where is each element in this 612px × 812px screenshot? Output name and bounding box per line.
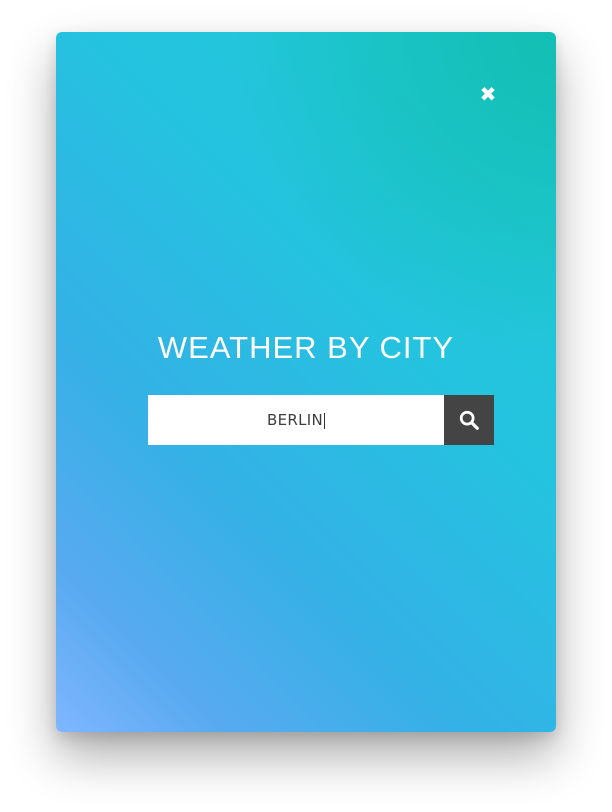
city-search-input[interactable]: BERLIN	[148, 395, 444, 445]
page-title: WEATHER BY CITY	[157, 330, 455, 365]
search-icon	[459, 410, 479, 430]
page-background: ✖ WEATHER BY CITY BERLIN	[0, 0, 612, 812]
city-search-value: BERLIN	[267, 411, 323, 429]
text-caret	[324, 413, 325, 429]
search-bar: BERLIN	[148, 395, 494, 445]
search-button[interactable]	[444, 395, 494, 445]
close-button[interactable]: ✖	[476, 82, 500, 106]
weather-modal: ✖	[56, 32, 556, 732]
close-icon: ✖	[479, 82, 497, 106]
